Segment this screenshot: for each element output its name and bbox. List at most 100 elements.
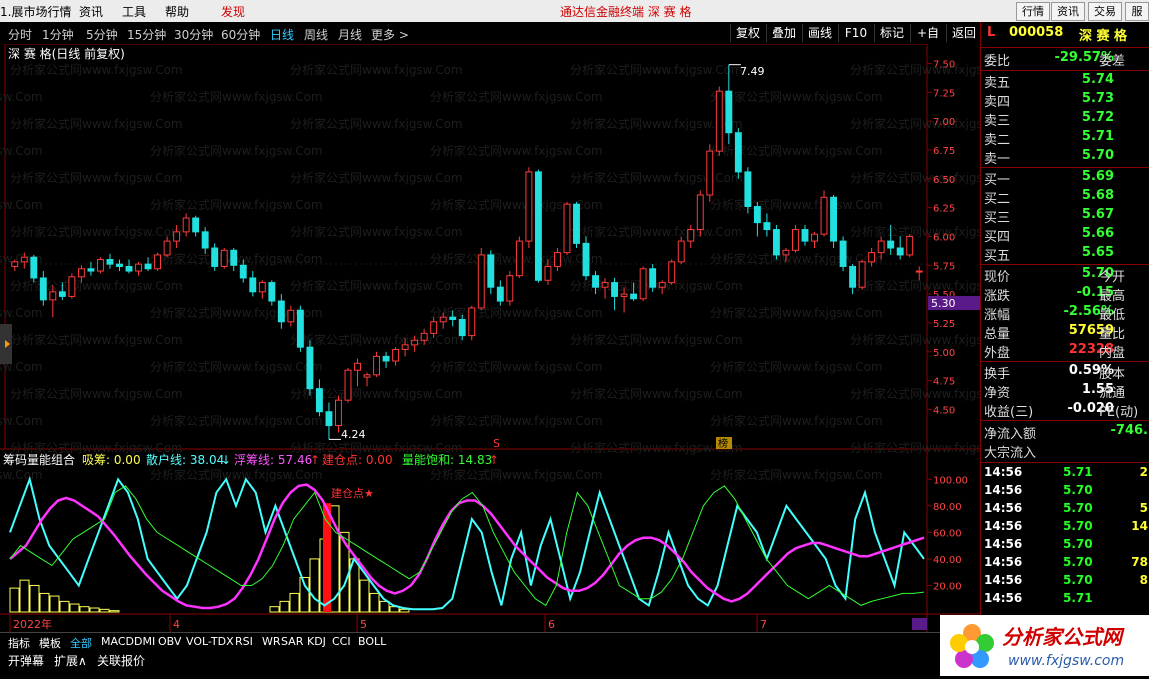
watermark-text: 分析家公式网www.fxjgsw.Com bbox=[850, 278, 980, 293]
bid-row: 买五 5.65 bbox=[981, 245, 1149, 264]
candle-body bbox=[763, 222, 771, 231]
restore-rights-button[interactable]: 复权 bbox=[730, 24, 765, 42]
price-tick-label: 7.00 bbox=[933, 117, 955, 128]
menu-tools[interactable]: 工具 bbox=[122, 3, 146, 20]
ask-row-label: 卖二 bbox=[984, 133, 1011, 148]
indicator-tab[interactable]: WR bbox=[262, 635, 281, 648]
watermark-text: 分析家公式网www.fxjgsw.Com bbox=[10, 116, 183, 131]
related-quote-button[interactable]: 关联报价 bbox=[97, 652, 145, 669]
candle-body bbox=[601, 282, 609, 288]
service-tab-button[interactable]: 服 bbox=[1125, 2, 1149, 21]
indicator-arrow-1: ↓ bbox=[221, 453, 231, 467]
watermark-text: 分析家公式网www.fxjgsw.Com bbox=[150, 305, 323, 320]
indicator-tab[interactable]: RSI bbox=[235, 635, 253, 648]
period-more[interactable]: 更多 > bbox=[371, 26, 409, 43]
menu-news[interactable]: 资讯 bbox=[79, 3, 103, 20]
period-5min[interactable]: 5分钟 bbox=[86, 26, 118, 43]
candle-body bbox=[401, 344, 409, 350]
quote-tab-button[interactable]: 行情 bbox=[1016, 2, 1050, 21]
period-1min[interactable]: 1分钟 bbox=[42, 26, 74, 43]
bid-row-label: 买一 bbox=[984, 173, 1011, 188]
period-30min[interactable]: 30分钟 bbox=[174, 26, 213, 43]
watermark-text: 分析家公式网www.fxjgsw.Com bbox=[570, 62, 743, 77]
trade-time: 14:56 bbox=[984, 465, 1023, 479]
ask-row-value: 5.71 bbox=[1081, 129, 1114, 144]
indicator-tab[interactable]: 全部 bbox=[70, 635, 92, 651]
watermark-text: 分析家公式网www.fxjgsw.Com bbox=[570, 332, 743, 347]
news-tab-button[interactable]: 资讯 bbox=[1051, 2, 1085, 21]
watermark-text: 分析家公式网www.fxjgsw.Com bbox=[710, 359, 883, 374]
watermark-text: 分析家公式网www.fxjgsw.Com bbox=[430, 359, 603, 374]
candle-body bbox=[896, 247, 904, 256]
watermark-text: 分析家公式网www.fxjgsw.Com bbox=[0, 305, 43, 320]
period-weekly[interactable]: 周线 bbox=[304, 26, 328, 43]
indicator-tick-label: 80.00 bbox=[933, 502, 962, 513]
candle-body bbox=[201, 231, 209, 249]
indicator-tab[interactable]: DMI bbox=[134, 635, 155, 648]
candle-body bbox=[458, 318, 466, 337]
bid-row-label: 买三 bbox=[984, 211, 1011, 226]
trade-time: 14:56 bbox=[984, 501, 1023, 515]
watermark-text: 分析家公式网www.fxjgsw.Com bbox=[850, 440, 980, 455]
watermark-text: 分析家公式网www.fxjgsw.Com bbox=[0, 197, 43, 212]
ask-row-label: 卖三 bbox=[984, 114, 1011, 129]
menu-discover[interactable]: 发现 bbox=[221, 3, 245, 20]
indicator-tab[interactable]: 模板 bbox=[39, 635, 61, 651]
expand-button[interactable]: 扩展∧ bbox=[54, 652, 87, 669]
indicator-tab[interactable]: SAR bbox=[281, 635, 303, 648]
mark-button[interactable]: 标记 bbox=[874, 24, 909, 42]
menu-bar: 1.展市场行情 资讯 工具 帮助 发现 通达信金融终端 深 赛 格 行情 资讯 … bbox=[0, 0, 1149, 22]
candle-body bbox=[173, 231, 181, 242]
candle-body bbox=[553, 252, 561, 267]
stat2-row: 收益(三) -0.020 PE(动) bbox=[981, 401, 1149, 420]
indicator-tab[interactable]: KDJ bbox=[307, 635, 326, 648]
draw-line-button[interactable]: 画线 bbox=[802, 24, 837, 42]
watermark-text: 分析家公式网www.fxjgsw.Com bbox=[850, 170, 980, 185]
chart-canvas[interactable]: 分析家公式网www.fxjgsw.Com 分析家公式网www.fxjgsw.Com… bbox=[0, 43, 1149, 632]
period-60min[interactable]: 60分钟 bbox=[221, 26, 260, 43]
candle-body bbox=[792, 229, 799, 251]
candle-body bbox=[906, 235, 914, 256]
watermark-text: 分析家公式网www.fxjgsw.Com bbox=[0, 89, 43, 104]
f10-button[interactable]: F10 bbox=[838, 24, 873, 42]
trade-volume: 8 bbox=[1139, 573, 1148, 587]
indicator-tab[interactable]: OBV bbox=[158, 635, 181, 648]
period-daily[interactable]: 日线 bbox=[270, 26, 294, 43]
period-monthly[interactable]: 月线 bbox=[338, 26, 362, 43]
price-tick-label: 6.50 bbox=[933, 175, 955, 186]
indicator-arrow-2: ↑ bbox=[310, 453, 320, 467]
overlay-button[interactable]: 叠加 bbox=[766, 24, 801, 42]
period-15min[interactable]: 15分钟 bbox=[127, 26, 166, 43]
indicator-tab[interactable]: MACD bbox=[101, 635, 134, 648]
candle-body bbox=[363, 374, 371, 378]
menu-help[interactable]: 帮助 bbox=[165, 3, 189, 20]
stat-row-label: 涨幅 bbox=[984, 308, 1011, 323]
flow-row: 净流入额 -746. bbox=[981, 423, 1149, 442]
trade-time: 14:56 bbox=[984, 519, 1023, 533]
indicator-tab[interactable]: VOL-TDX bbox=[186, 635, 234, 648]
menu-market[interactable]: 1.展市场行情 bbox=[0, 3, 71, 20]
indicator-tab[interactable]: CCI bbox=[332, 635, 351, 648]
indicator-tab[interactable]: BOLL bbox=[358, 635, 386, 648]
add-watchlist-button[interactable]: +自选 bbox=[910, 24, 945, 58]
watermark-text: 分析家公式网www.fxjgsw.Com bbox=[0, 467, 43, 482]
ask-row-label: 卖一 bbox=[984, 152, 1011, 167]
watermark-text: 分析家公式网www.fxjgsw.Com bbox=[150, 413, 323, 428]
trade-price: 5.71 bbox=[1063, 465, 1093, 479]
indicator-item-fuchou: 浮筹线: 57.46 bbox=[234, 453, 312, 467]
bid-row-label: 买四 bbox=[984, 230, 1011, 245]
trade-tab-button[interactable]: 交易 bbox=[1088, 2, 1122, 21]
chart-area[interactable]: 分析家公式网www.fxjgsw.Com 分析家公式网www.fxjgsw.Com… bbox=[0, 43, 1149, 632]
candle-body bbox=[30, 256, 38, 279]
period-timeshare[interactable]: 分时 bbox=[8, 26, 32, 43]
danmaku-toggle[interactable]: 开弹幕 bbox=[8, 652, 44, 669]
indicator-tab[interactable]: 指标 bbox=[8, 635, 30, 651]
back-button[interactable]: 返回 bbox=[946, 24, 981, 42]
high-label: 7.49 bbox=[740, 65, 765, 78]
indicator-tick-label: 20.00 bbox=[933, 581, 962, 592]
candle-body bbox=[658, 282, 666, 288]
candle-body bbox=[487, 254, 495, 288]
indicator-item-liangneng: 量能饱和: 14.83 bbox=[402, 452, 492, 467]
candle-body bbox=[858, 261, 866, 288]
candle-body bbox=[582, 242, 590, 277]
